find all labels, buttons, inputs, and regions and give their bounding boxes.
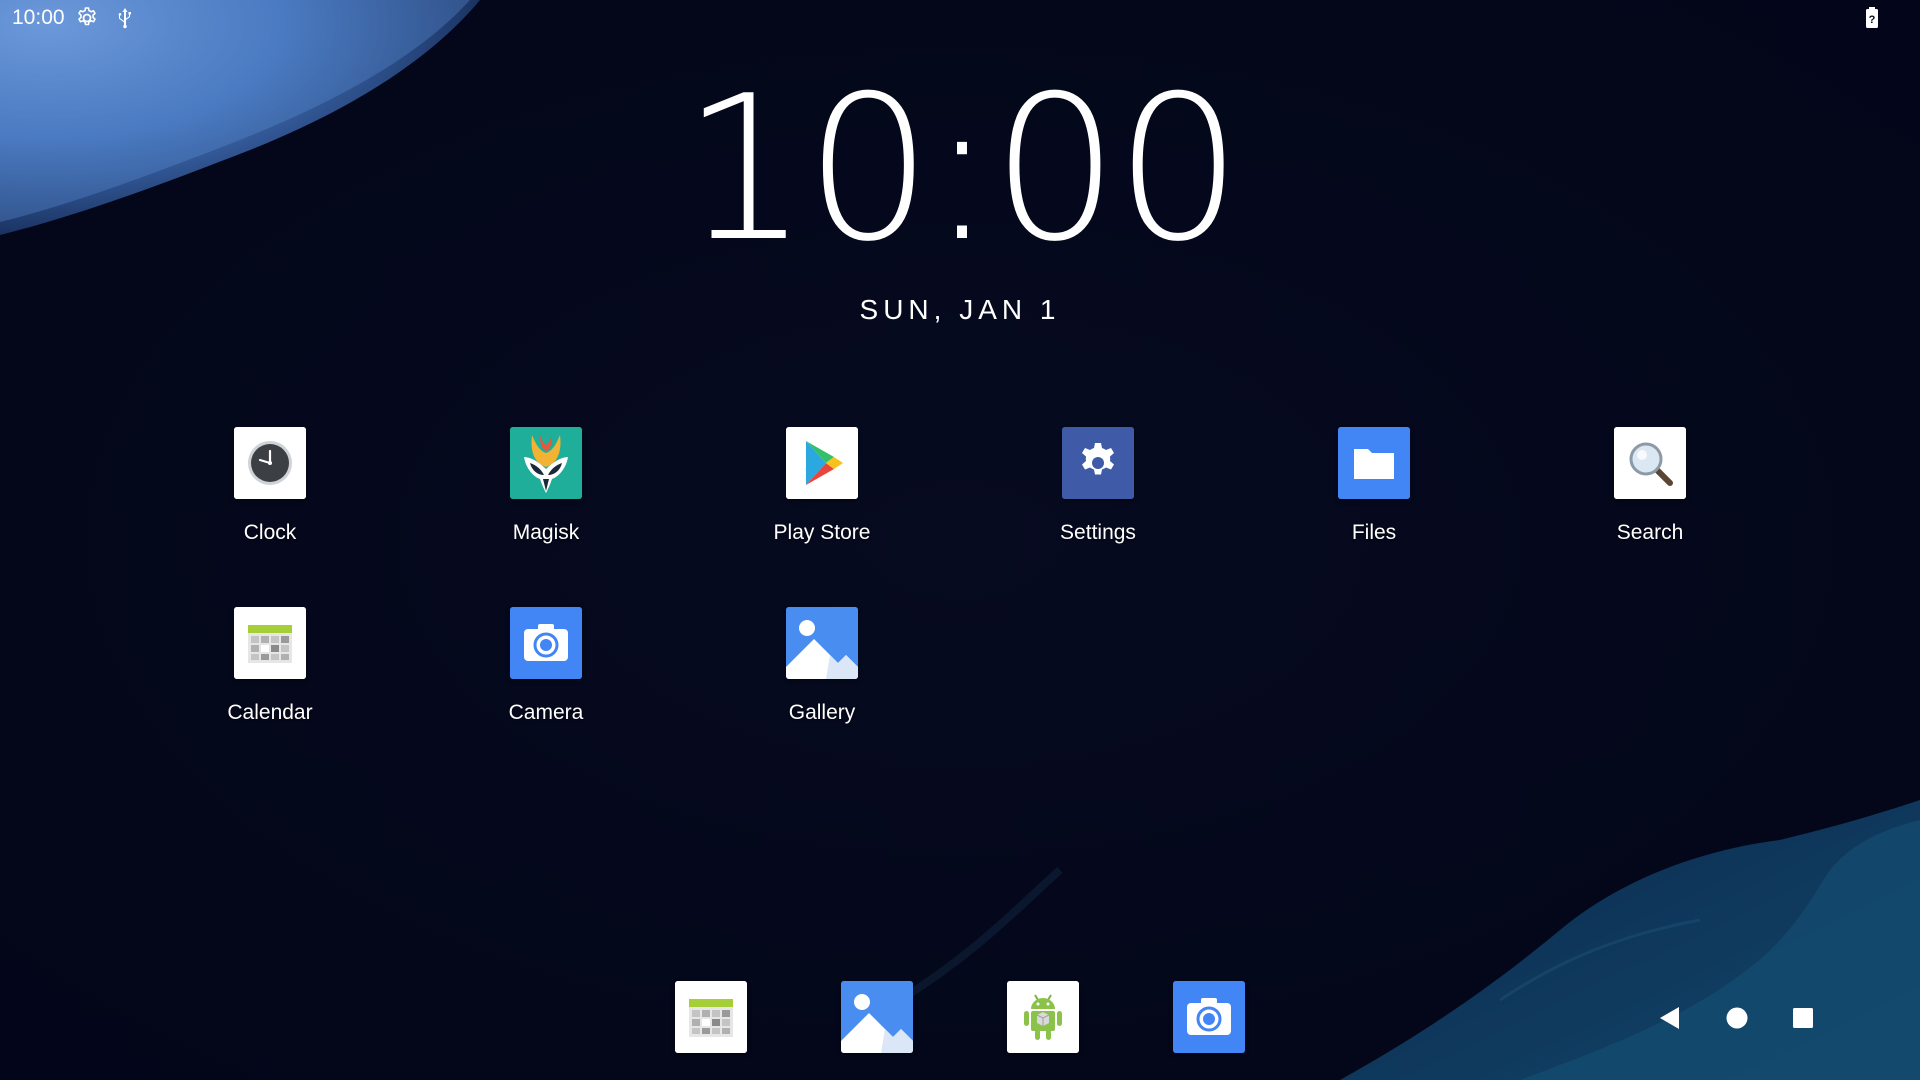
home-icon xyxy=(1726,1007,1748,1029)
home-button[interactable] xyxy=(1719,1000,1755,1036)
recents-button[interactable] xyxy=(1785,1000,1821,1036)
dock-camera[interactable] xyxy=(1173,981,1245,1053)
usb-icon xyxy=(113,6,137,30)
camera-icon xyxy=(1173,981,1245,1053)
battery-unknown-icon: ? xyxy=(1862,6,1882,30)
calendar-icon xyxy=(675,981,747,1053)
app-label: Clock xyxy=(243,521,297,544)
magisk-icon xyxy=(510,427,582,499)
clock-icon xyxy=(234,427,306,499)
app-camera[interactable]: Camera xyxy=(446,607,646,737)
app-settings[interactable]: Settings xyxy=(998,427,1198,557)
gallery-icon xyxy=(786,607,858,679)
clock-widget-date[interactable]: SUN, JAN 1 xyxy=(0,293,1920,327)
app-gallery[interactable]: Gallery xyxy=(722,607,922,737)
app-magisk[interactable]: Magisk xyxy=(446,427,646,557)
recents-icon xyxy=(1793,1008,1813,1028)
gear-icon xyxy=(75,6,99,30)
back-button[interactable] xyxy=(1652,1000,1688,1036)
magnifier-icon xyxy=(1614,427,1686,499)
calendar-icon xyxy=(234,607,306,679)
app-label: Play Store xyxy=(773,521,871,544)
app-calendar[interactable]: Calendar xyxy=(170,607,370,737)
status-time: 10:00 xyxy=(12,6,65,29)
gallery-icon xyxy=(841,981,913,1053)
camera-icon xyxy=(510,607,582,679)
dock-calendar[interactable] xyxy=(675,981,747,1053)
svg-text:?: ? xyxy=(1869,14,1876,26)
dock-package-installer[interactable] xyxy=(1007,981,1079,1053)
app-files[interactable]: Files xyxy=(1274,427,1474,557)
settings-icon xyxy=(1062,427,1134,499)
app-label: Gallery xyxy=(788,701,856,724)
app-clock[interactable]: Clock xyxy=(170,427,370,557)
status-bar: 10:00 ? xyxy=(0,0,1920,36)
app-play-store[interactable]: Play Store xyxy=(722,427,922,557)
back-icon xyxy=(1660,1007,1679,1029)
app-search[interactable]: Search xyxy=(1550,427,1750,557)
folder-icon xyxy=(1338,427,1410,499)
app-label: Calendar xyxy=(227,701,313,724)
app-label: Files xyxy=(1351,521,1397,544)
app-label: Magisk xyxy=(512,521,580,544)
play-store-icon xyxy=(786,427,858,499)
app-label: Settings xyxy=(1060,521,1136,544)
dock-gallery[interactable] xyxy=(841,981,913,1053)
home-screen: 10:00 ? 10:00 SUN, JAN 1 Clock Magisk Pl… xyxy=(0,0,1920,1080)
app-label: Search xyxy=(1616,521,1684,544)
android-package-icon xyxy=(1007,981,1079,1053)
clock-widget-time[interactable]: 10:00 xyxy=(0,60,1920,280)
app-label: Camera xyxy=(508,701,584,724)
